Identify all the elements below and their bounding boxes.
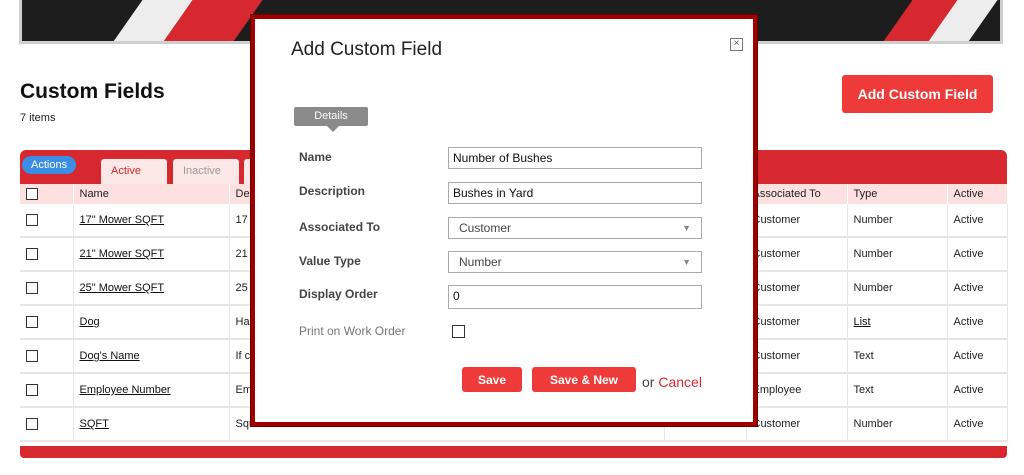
row-checkbox-cell	[20, 271, 74, 306]
name-cell: Dog	[73, 305, 230, 340]
row-checkbox-cell	[20, 305, 74, 340]
print-on-work-order-checkbox[interactable]	[452, 325, 465, 338]
column-header-active[interactable]: Active	[947, 184, 1008, 204]
name-cell: 25" Mower SQFT	[73, 271, 230, 306]
row-checkbox[interactable]	[26, 384, 38, 397]
tab-inactive[interactable]: Inactive	[173, 159, 239, 184]
item-count: 7 items	[20, 112, 56, 124]
table-footer	[20, 446, 1007, 458]
field-name-link[interactable]: Employee Number	[80, 384, 171, 396]
print-on-work-order-label: Print on Work Order	[299, 324, 406, 338]
chevron-down-icon: ▼	[682, 223, 691, 233]
field-name-link[interactable]: Dog's Name	[80, 350, 140, 362]
associated-to-label: Associated To	[299, 220, 381, 234]
active-cell: Active	[947, 204, 1008, 238]
field-name-link[interactable]: 17" Mower SQFT	[80, 214, 165, 226]
active-cell: Active	[947, 407, 1008, 442]
associated-cell: Customer	[746, 271, 848, 306]
modal-title: Add Custom Field	[291, 39, 443, 60]
row-checkbox-cell	[20, 339, 74, 374]
associated-cell: Employee	[746, 373, 848, 408]
select-all-checkbox[interactable]	[26, 188, 38, 201]
row-checkbox-cell	[20, 373, 74, 408]
row-checkbox[interactable]	[26, 248, 38, 261]
row-checkbox[interactable]	[26, 316, 38, 329]
value-type-value: Number	[459, 255, 502, 269]
active-cell: Active	[947, 237, 1008, 272]
field-name-link[interactable]: 21" Mower SQFT	[80, 248, 165, 260]
row-checkbox[interactable]	[26, 214, 38, 227]
column-header-associated-to[interactable]: Associated To	[746, 184, 848, 204]
type-cell: Number	[847, 271, 948, 306]
row-checkbox-cell	[20, 407, 74, 442]
or-text: or	[642, 374, 655, 390]
save-and-new-button[interactable]: Save & New	[532, 367, 636, 392]
actions-button[interactable]: Actions	[22, 156, 77, 174]
associated-cell: Customer	[746, 407, 848, 442]
select-all-header	[20, 184, 74, 204]
name-cell: Employee Number	[73, 373, 230, 408]
type-cell: Number	[847, 407, 948, 442]
associated-cell: Customer	[746, 237, 848, 272]
active-cell: Active	[947, 373, 1008, 408]
type-cell: Number	[847, 237, 948, 272]
page-title: Custom Fields	[20, 80, 165, 103]
description-input[interactable]: Bushes in Yard	[448, 182, 702, 204]
save-button[interactable]: Save	[462, 367, 522, 392]
description-label: Description	[299, 184, 366, 198]
associated-cell: Customer	[746, 305, 848, 340]
name-label: Name	[299, 150, 332, 164]
name-cell: 17" Mower SQFT	[73, 204, 230, 238]
field-name-link[interactable]: 25" Mower SQFT	[80, 282, 165, 294]
type-cell: Number	[847, 204, 948, 238]
associated-cell: Customer	[746, 204, 848, 238]
type-cell: Text	[847, 339, 948, 374]
close-icon[interactable]: ×	[730, 38, 743, 51]
active-cell: Active	[947, 339, 1008, 374]
active-cell: Active	[947, 271, 1008, 306]
name-cell: SQFT	[73, 407, 230, 442]
name-cell: 21" Mower SQFT	[73, 237, 230, 272]
details-section-tab: Details	[294, 107, 368, 132]
associated-cell: Customer	[746, 339, 848, 374]
type-list-link[interactable]: List	[854, 316, 871, 328]
display-order-input[interactable]: 0	[448, 285, 702, 309]
name-cell: Dog's Name	[73, 339, 230, 374]
field-name-link[interactable]: Dog	[80, 316, 100, 328]
field-name-link[interactable]: SQFT	[80, 418, 109, 430]
type-cell: Text	[847, 373, 948, 408]
tab-active[interactable]: Active	[101, 159, 167, 184]
cancel-link[interactable]: Cancel	[658, 374, 702, 390]
row-checkbox[interactable]	[26, 350, 38, 363]
add-custom-field-button[interactable]: Add Custom Field	[842, 75, 993, 113]
associated-to-value: Customer	[459, 221, 512, 235]
value-type-label: Value Type	[299, 254, 361, 268]
type-cell: List	[847, 305, 948, 340]
display-order-label: Display Order	[299, 287, 378, 301]
column-header-name[interactable]: Name	[73, 184, 230, 204]
name-input[interactable]: Number of Bushes	[448, 147, 702, 169]
row-checkbox-cell	[20, 204, 74, 238]
associated-to-select[interactable]: Customer ▼	[448, 217, 702, 239]
row-checkbox[interactable]	[26, 418, 38, 431]
row-checkbox[interactable]	[26, 282, 38, 295]
row-checkbox-cell	[20, 237, 74, 272]
active-cell: Active	[947, 305, 1008, 340]
chevron-down-icon: ▼	[682, 257, 691, 267]
add-custom-field-modal: Add Custom Field × Details Name Number o…	[251, 15, 757, 426]
column-header-type[interactable]: Type	[847, 184, 948, 204]
value-type-select[interactable]: Number ▼	[448, 251, 702, 273]
or-cancel: or Cancel	[642, 374, 702, 390]
